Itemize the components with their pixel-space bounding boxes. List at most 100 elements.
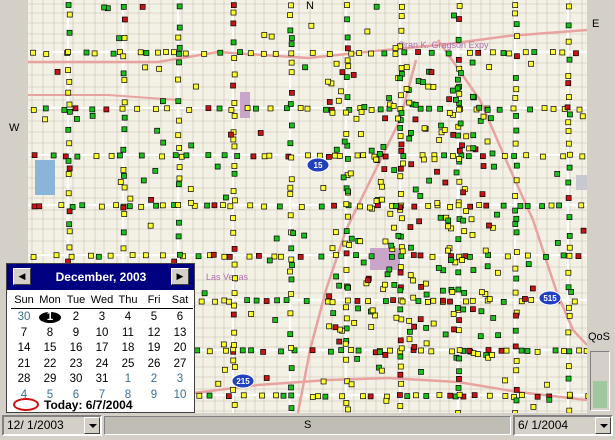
traffic-sensor-marker — [434, 200, 441, 206]
calendar-day[interactable]: 8 — [37, 326, 63, 342]
traffic-sensor-marker — [368, 50, 374, 57]
calendar-day[interactable]: 21 — [11, 357, 37, 373]
calendar-day[interactable]: 25 — [115, 357, 141, 373]
calendar-day[interactable]: 5 — [141, 310, 167, 326]
traffic-sensor-marker — [527, 106, 534, 113]
park-area — [240, 92, 250, 118]
traffic-sensor-marker — [565, 329, 572, 336]
traffic-sensor-marker — [397, 371, 404, 378]
traffic-sensor-marker — [65, 171, 72, 177]
traffic-sensor-marker — [382, 115, 388, 122]
calendar-day[interactable]: 14 — [11, 341, 37, 357]
traffic-sensor-marker — [548, 202, 555, 209]
traffic-sensor-marker — [230, 9, 237, 16]
traffic-sensor-marker — [343, 315, 350, 322]
traffic-sensor-marker — [288, 384, 294, 391]
end-date-dropdown[interactable]: 6/ 1/2004 — [513, 415, 613, 436]
calendar-day[interactable]: 2 — [141, 372, 167, 388]
calendar-day[interactable]: 7 — [11, 326, 37, 342]
traffic-sensor-marker — [357, 238, 364, 245]
weekday-header-row: Sun Mon Tue Wed Thu Fri Sat — [11, 293, 193, 309]
traffic-sensor-marker — [398, 191, 404, 197]
traffic-sensor-marker — [196, 392, 203, 399]
traffic-sensor-marker — [230, 20, 237, 27]
calendar-day[interactable]: 10 — [89, 326, 115, 342]
traffic-sensor-marker — [435, 265, 442, 271]
traffic-sensor-marker — [512, 221, 519, 227]
calendar-day[interactable]: 23 — [63, 357, 89, 373]
calendar-day[interactable]: 10 — [167, 388, 193, 404]
start-date-dropdown[interactable]: 12/ 1/2003 — [2, 415, 102, 436]
calendar-day[interactable]: 30 — [63, 372, 89, 388]
traffic-sensor-marker — [504, 253, 511, 260]
traffic-sensor-marker — [230, 136, 237, 143]
traffic-sensor-marker — [175, 132, 182, 139]
traffic-sensor-marker — [65, 126, 72, 133]
calendar-day[interactable]: 20 — [167, 341, 193, 357]
weekday-label: Sun — [14, 294, 34, 306]
calendar-popup[interactable]: ◀ December, 2003 ▶ Sun Mon Tue Wed Thu Fri Sat… — [6, 263, 195, 413]
traffic-sensor-marker — [447, 204, 453, 210]
traffic-sensor-marker — [554, 171, 561, 177]
traffic-sensor-marker — [160, 252, 166, 259]
calendar-day[interactable]: 9 — [63, 326, 89, 342]
calendar-day[interactable]: 29 — [37, 372, 63, 388]
traffic-sensor-marker — [228, 107, 235, 113]
traffic-sensor-marker — [247, 202, 254, 209]
traffic-sensor-marker — [177, 251, 183, 258]
calendar-day[interactable]: 3 — [167, 372, 193, 388]
traffic-sensor-marker — [318, 203, 325, 210]
previous-month-button[interactable]: ◀ — [13, 268, 31, 285]
traffic-sensor-marker — [494, 211, 500, 218]
calendar-day[interactable]: 9 — [141, 388, 167, 404]
today-link[interactable]: Today: 6/7/2004 — [13, 398, 133, 412]
traffic-sensor-marker — [565, 284, 572, 291]
calendar-day[interactable]: 27 — [167, 357, 193, 373]
calendar-day[interactable]: 12 — [141, 326, 167, 342]
traffic-sensor-marker — [420, 156, 427, 163]
calendar-day[interactable]: 22 — [37, 357, 63, 373]
traffic-sensor-marker — [566, 164, 573, 171]
calendar-day-selected[interactable]: 1 — [37, 310, 63, 326]
traffic-sensor-marker — [369, 307, 376, 314]
next-month-button[interactable]: ▶ — [171, 268, 189, 285]
traffic-sensor-marker — [411, 344, 418, 350]
calendar-day[interactable]: 13 — [167, 326, 193, 342]
traffic-sensor-marker — [400, 160, 406, 167]
calendar-day[interactable]: 28 — [11, 372, 37, 388]
calendar-day[interactable]: 31 — [89, 372, 115, 388]
calendar-day[interactable]: 17 — [89, 341, 115, 357]
calendar-day[interactable]: 24 — [89, 357, 115, 373]
calendar-day[interactable]: 11 — [115, 326, 141, 342]
calendar-day[interactable]: 19 — [141, 341, 167, 357]
traffic-sensor-marker — [484, 138, 491, 145]
traffic-sensor-marker — [455, 327, 462, 334]
traffic-sensor-marker — [232, 197, 238, 204]
traffic-sensor-marker — [231, 261, 238, 268]
traffic-sensor-marker — [287, 27, 294, 34]
traffic-sensor-marker — [565, 80, 572, 86]
traffic-sensor-marker — [226, 298, 232, 305]
calendar-day[interactable]: 6 — [167, 310, 193, 326]
traffic-sensor-marker — [250, 153, 257, 160]
calendar-week-row: 30 1 2 3 4 5 6 — [11, 310, 193, 326]
traffic-sensor-marker — [368, 253, 375, 260]
calendar-day[interactable]: 26 — [141, 357, 167, 373]
traffic-sensor-marker — [565, 119, 572, 126]
traffic-sensor-marker — [221, 297, 228, 304]
traffic-sensor-marker — [573, 50, 579, 57]
calendar-day[interactable]: 3 — [89, 310, 115, 326]
traffic-sensor-marker — [221, 152, 228, 159]
calendar-day[interactable]: 15 — [37, 341, 63, 357]
chevron-down-icon[interactable] — [84, 417, 100, 434]
calendar-day[interactable]: 4 — [115, 310, 141, 326]
traffic-sensor-marker — [353, 252, 359, 258]
traffic-sensor-marker — [347, 170, 354, 177]
traffic-sensor-marker — [534, 348, 541, 355]
calendar-day[interactable]: 30 — [11, 310, 37, 326]
calendar-day[interactable]: 18 — [115, 341, 141, 357]
calendar-day[interactable]: 1 — [115, 372, 141, 388]
chevron-down-icon[interactable] — [595, 417, 611, 434]
calendar-day[interactable]: 16 — [63, 341, 89, 357]
calendar-day[interactable]: 2 — [63, 310, 89, 326]
